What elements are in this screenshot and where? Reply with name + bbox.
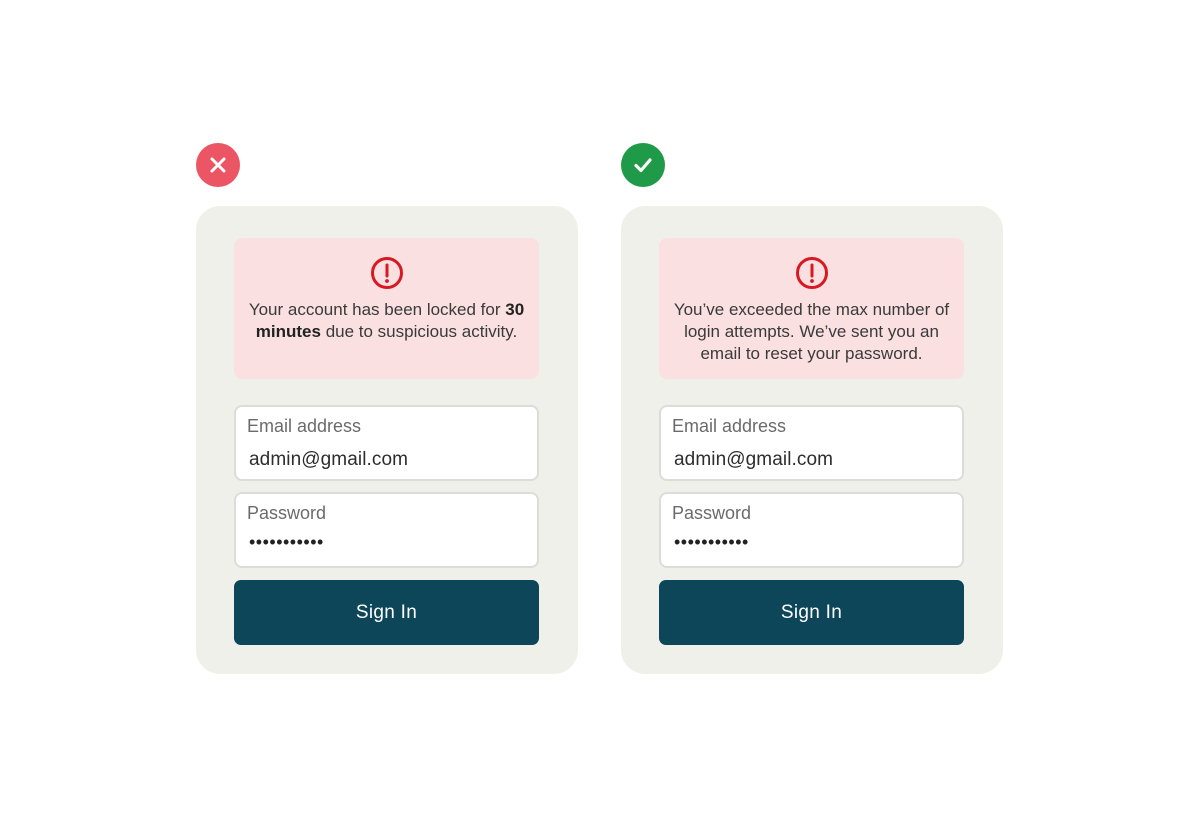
x-icon xyxy=(196,143,240,187)
password-value: ••••••••••• xyxy=(249,532,324,552)
sign-in-button[interactable]: Sign In xyxy=(659,580,964,645)
password-label: Password xyxy=(247,503,327,523)
email-label: Email address xyxy=(247,416,362,436)
error-alert: Your account has been locked for 30 minu… xyxy=(234,238,539,379)
password-field[interactable]: Password ••••••••••• xyxy=(659,492,964,568)
email-value: admin@gmail.com xyxy=(674,449,834,470)
password-label: Password xyxy=(672,503,752,523)
checkmark-icon xyxy=(621,143,665,187)
login-card-bad-example: Your account has been locked for 30 minu… xyxy=(196,206,578,674)
email-field[interactable]: Email address admin@gmail.com xyxy=(234,405,539,481)
password-value: ••••••••••• xyxy=(674,532,749,552)
alert-message: You’ve exceeded the max number of login … xyxy=(673,300,950,363)
email-value: admin@gmail.com xyxy=(249,449,409,470)
sign-in-button[interactable]: Sign In xyxy=(234,580,539,645)
exclamation-circle-icon xyxy=(795,256,829,290)
login-card-good-example: You’ve exceeded the max number of login … xyxy=(621,206,1003,674)
comparison-stage: Your account has been locked for 30 minu… xyxy=(0,0,1200,818)
exclamation-circle-icon xyxy=(370,256,404,290)
password-field[interactable]: Password ••••••••••• xyxy=(234,492,539,568)
error-alert: You’ve exceeded the max number of login … xyxy=(659,238,964,379)
email-field[interactable]: Email address admin@gmail.com xyxy=(659,405,964,481)
email-label: Email address xyxy=(672,416,787,436)
alert-message: Your account has been locked for 30 minu… xyxy=(248,300,525,341)
